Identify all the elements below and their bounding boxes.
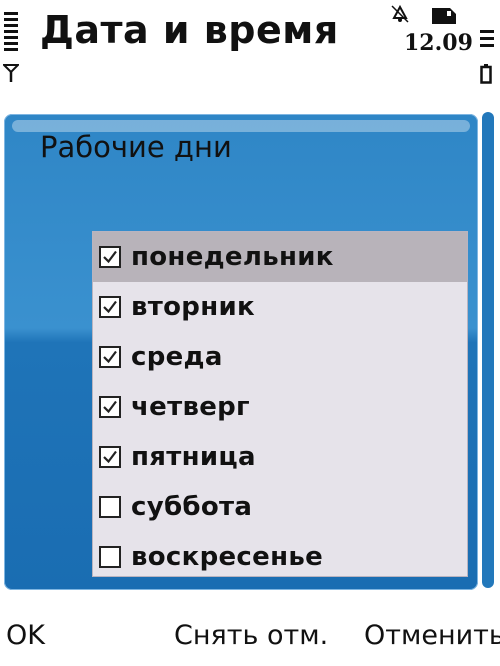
sim-card-icon xyxy=(432,8,456,24)
list-item[interactable]: пятница xyxy=(93,432,467,482)
battery-icon xyxy=(480,64,492,84)
cancel-softkey[interactable]: Отменить xyxy=(364,620,500,651)
signal-strength-icon xyxy=(4,12,18,54)
checkbox-unchecked-icon[interactable] xyxy=(99,496,121,518)
list-item[interactable]: воскресенье xyxy=(93,532,467,582)
list-item-label: пятница xyxy=(131,442,256,472)
clock: 12.09 xyxy=(404,30,473,56)
ok-softkey[interactable]: OK xyxy=(6,620,45,651)
list-item[interactable]: среда xyxy=(93,332,467,382)
checkbox-checked-icon[interactable] xyxy=(99,246,121,268)
alarm-icon xyxy=(391,4,409,23)
weekday-list: понедельник вторник среда четверг пятница суб… xyxy=(92,231,468,577)
list-item-label: вторник xyxy=(131,292,255,322)
antenna-icon xyxy=(3,64,19,82)
battery-level-bars xyxy=(480,30,494,51)
list-item[interactable]: вторник xyxy=(93,282,467,332)
list-item[interactable]: суббота xyxy=(93,482,467,532)
list-item-label: понедельник xyxy=(131,242,334,272)
list-item-label: четверг xyxy=(131,392,250,422)
page-title: Дата и время xyxy=(40,8,339,52)
list-item[interactable]: понедельник xyxy=(93,232,467,282)
checkbox-checked-icon[interactable] xyxy=(99,396,121,418)
unmark-softkey[interactable]: Снять отм. xyxy=(174,620,328,651)
list-item-label: суббота xyxy=(131,492,253,522)
checkbox-checked-icon[interactable] xyxy=(99,346,121,368)
list-item-label: среда xyxy=(131,342,223,372)
list-item[interactable]: четверг xyxy=(93,382,467,432)
checkbox-checked-icon[interactable] xyxy=(99,296,121,318)
list-item-label: воскресенье xyxy=(131,542,324,572)
checkbox-checked-icon[interactable] xyxy=(99,446,121,468)
scrollbar[interactable] xyxy=(482,112,494,588)
checkbox-unchecked-icon[interactable] xyxy=(99,546,121,568)
dialog-title: Рабочие дни xyxy=(40,130,232,164)
